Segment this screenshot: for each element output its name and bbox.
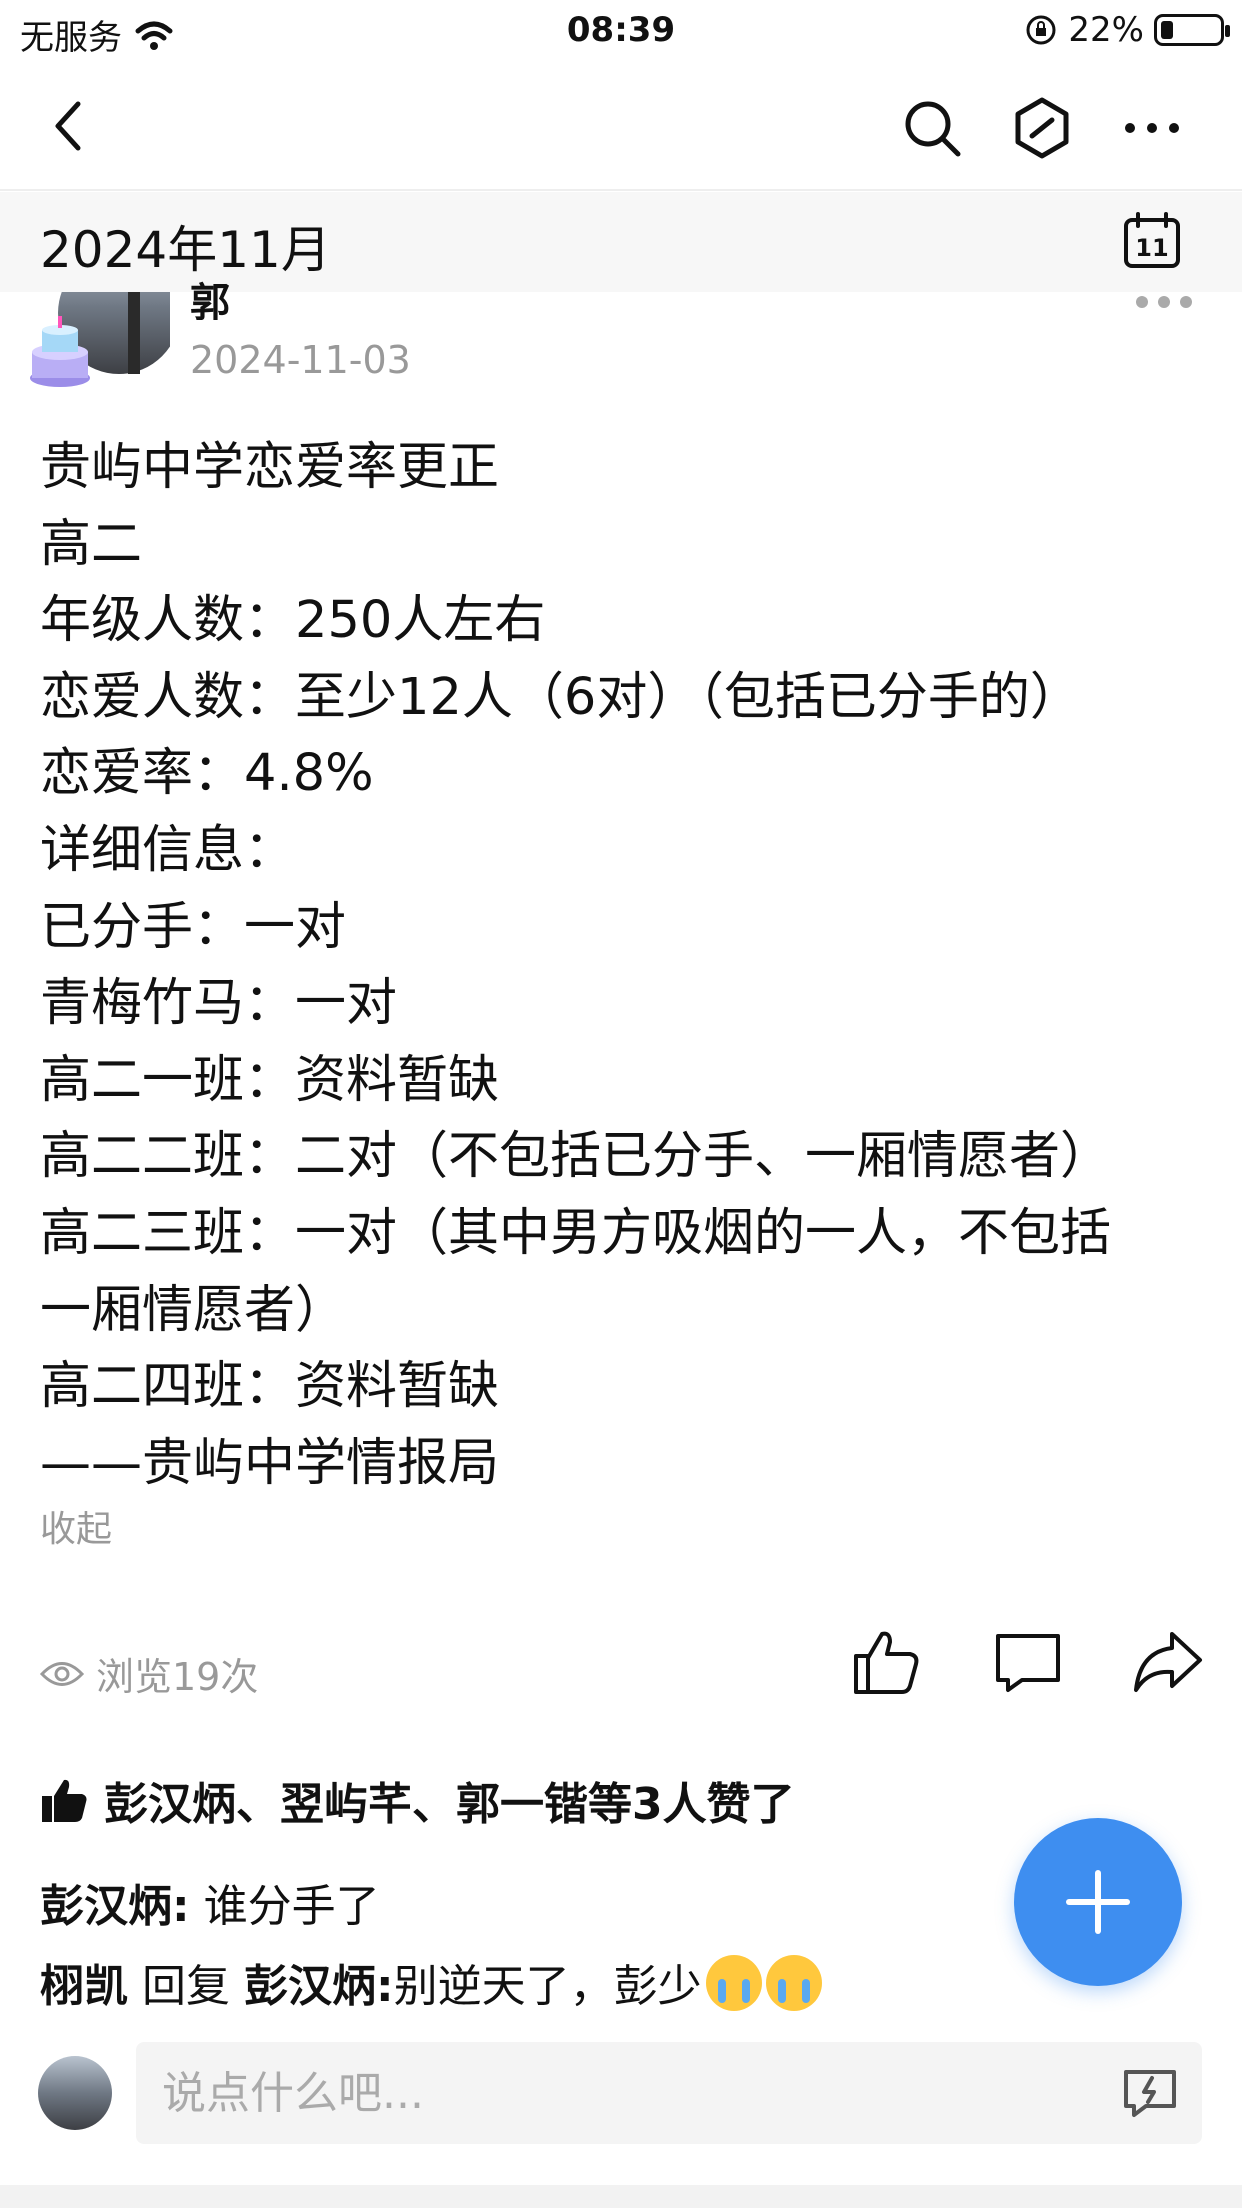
back-icon[interactable] [40, 96, 100, 156]
view-count: 浏览19次 [40, 1646, 258, 1701]
post-content-line: 已分手：一对 [40, 897, 347, 957]
avatar[interactable] [20, 292, 170, 392]
post-date: 2024-11-03 [190, 338, 411, 382]
month-header: 2024年11月 11 [0, 192, 1242, 292]
post-content-line: 青梅竹马：一对 [40, 974, 398, 1034]
battery-percent: 22% [1068, 10, 1144, 50]
post-content-line: 高二二班：二对（不包括已分手、一厢情愿者） [40, 1127, 1112, 1187]
post-content-line: ——贵屿中学情报局 [40, 1433, 500, 1493]
reply-word: 回复 [142, 1961, 230, 2012]
reply-target[interactable]: 彭汉炳: [244, 1961, 394, 2012]
search-icon[interactable] [900, 96, 964, 160]
post-content-line: 高二一班：资料暂缺 [40, 1050, 500, 1110]
battery-icon [1154, 14, 1230, 46]
emoji-input-icon[interactable] [1122, 2068, 1178, 2118]
comment-input[interactable] [160, 2042, 1060, 2144]
post-content-line: 详细信息： [40, 820, 296, 880]
likes-summary[interactable]: 彭汉炳、翌屿芊、郭一锴等3人赞了 [40, 1768, 795, 1832]
orientation-lock-icon [1026, 15, 1056, 45]
post-content-line: 高二 [40, 514, 143, 574]
view-count-text: 浏览19次 [96, 1655, 259, 1699]
calendar-day: 11 [1135, 234, 1168, 262]
post-author[interactable]: 郭 [190, 270, 230, 320]
crying-emoji [765, 1955, 822, 2011]
page: 无服务 08:39 22% 2024年11月 11 郭 2024-11-03 贵… [0, 0, 1242, 2208]
share-icon[interactable] [1132, 1626, 1204, 1698]
post-content-line: 恋爱率：4.8% [40, 744, 374, 804]
comment-item[interactable]: 彭汉炳: 谁分手了 [40, 1870, 380, 1934]
comment-input-box[interactable] [136, 2042, 1202, 2144]
comment-icon[interactable] [992, 1626, 1064, 1698]
calendar-icon[interactable]: 11 [1122, 210, 1182, 270]
post-content: 贵屿中学恋爱率更正 高二年级人数：250人左右恋爱人数：至少12人（6对）（包括已… [40, 430, 1210, 1502]
comment-text: 别逆天了，彭少 [393, 1961, 702, 2012]
thumbs-up-filled-icon [42, 1779, 87, 1822]
hexagon-slash-icon[interactable] [1010, 96, 1074, 160]
status-bar: 无服务 08:39 22% [0, 0, 1242, 66]
post-content-line: 恋爱人数：至少12人（6对）（包括已分手的） [40, 667, 1081, 727]
battery-fill [1161, 21, 1173, 39]
user-avatar [38, 2056, 112, 2130]
comment-text: 谁分手了 [203, 1881, 380, 1932]
post-content-line: 高二三班：一对（其中男方吸烟的一人，不包括 [40, 1203, 1112, 1263]
post-more-icon[interactable] [1134, 292, 1194, 312]
eye-icon [40, 1661, 84, 1686]
post-content-line: 年级人数：250人左右 [40, 591, 546, 651]
thumbs-up-icon[interactable] [850, 1626, 922, 1698]
post-content-line: 高二四班：资料暂缺 [40, 1357, 500, 1417]
collapse-link[interactable]: 收起 [40, 1500, 112, 1552]
bottom-strip [0, 2185, 1242, 2208]
comment-author[interactable]: 栩凯 [40, 1961, 128, 2012]
more-icon[interactable] [1120, 96, 1184, 160]
likes-text: 彭汉炳、翌屿芊、郭一锴等3人赞了 [104, 1779, 795, 1830]
post-content-line: 一厢情愿者） [40, 1280, 347, 1340]
add-post-button[interactable] [1014, 1818, 1182, 1986]
comment-item[interactable]: 栩凯 回复 彭汉炳:别逆天了，彭少 [40, 1950, 822, 2014]
nav-bar [0, 66, 1242, 191]
post-content-line: 贵屿中学恋爱率更正 [40, 438, 500, 497]
comment-author[interactable]: 彭汉炳: [40, 1881, 190, 1932]
birthday-cake-icon [30, 316, 90, 387]
month-label: 2024年11月 [40, 221, 331, 279]
crying-emoji [705, 1955, 762, 2011]
